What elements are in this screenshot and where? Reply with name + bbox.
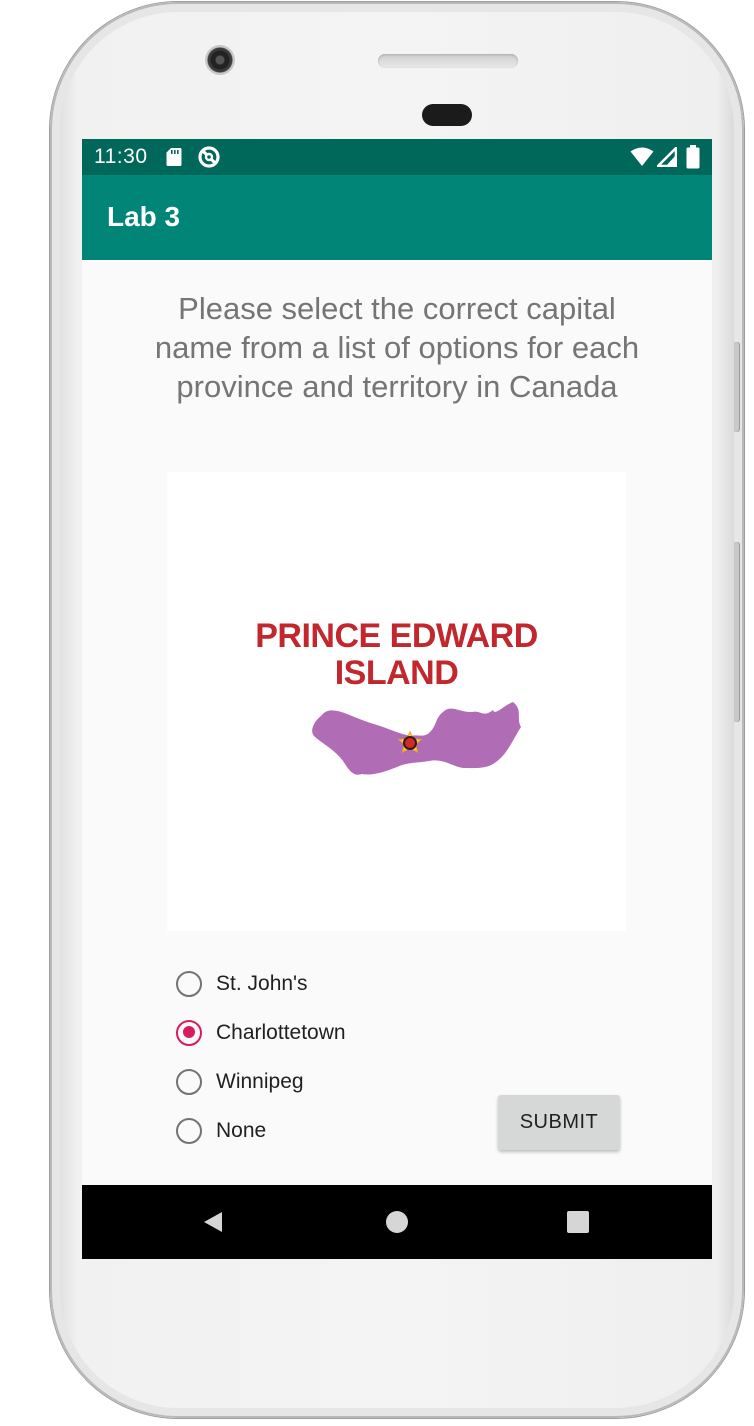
recents-button[interactable] — [538, 1185, 618, 1259]
radio-option[interactable]: St. John's — [174, 959, 494, 1008]
radio-option[interactable]: Charlottetown — [174, 1008, 494, 1057]
radio-button-checked[interactable] — [176, 1019, 202, 1046]
home-icon — [386, 1211, 408, 1233]
radio-option-label: None — [216, 1118, 267, 1142]
battery-icon — [686, 145, 700, 174]
back-button[interactable] — [173, 1185, 253, 1259]
instructions-text: Please select the correct capital name f… — [154, 291, 640, 404]
proximity-sensor — [422, 104, 472, 126]
sd-card-icon — [166, 147, 182, 172]
status-time: 11:30 — [94, 145, 148, 168]
volume-button — [734, 542, 740, 722]
recents-icon — [567, 1211, 589, 1233]
radio-button[interactable] — [176, 1068, 202, 1095]
back-icon — [204, 1212, 222, 1232]
submit-button[interactable]: SUBMIT — [498, 1095, 620, 1150]
radio-button[interactable] — [176, 1117, 202, 1144]
radio-option-label: Charlottetown — [216, 1020, 346, 1044]
radio-option-label: St. John's — [216, 971, 308, 995]
navigation-bar — [82, 1185, 712, 1259]
earpiece-speaker — [378, 54, 518, 68]
home-button[interactable] — [357, 1185, 437, 1259]
pei-map-icon — [312, 702, 521, 775]
province-image: PRINCE EDWARD ISLAND — [167, 472, 626, 931]
capital-options-radio-group: St. John's Charlottetown Winnipeg None — [174, 959, 494, 1155]
device-screen: 11:30 Lab 3 Please select the correct ca… — [82, 139, 712, 1259]
data-saver-icon — [197, 145, 221, 174]
cell-signal-icon — [656, 146, 678, 172]
power-button — [734, 342, 740, 432]
status-bar: 11:30 — [82, 139, 712, 175]
app-title: Lab 3 — [107, 201, 181, 232]
radio-option[interactable]: None — [174, 1106, 494, 1155]
radio-option-label: Winnipeg — [216, 1069, 304, 1093]
radio-option[interactable]: Winnipeg — [174, 1057, 494, 1106]
wifi-icon — [630, 147, 654, 172]
radio-button[interactable] — [176, 970, 202, 997]
app-bar: Lab 3 — [82, 175, 712, 260]
front-camera — [205, 45, 235, 75]
